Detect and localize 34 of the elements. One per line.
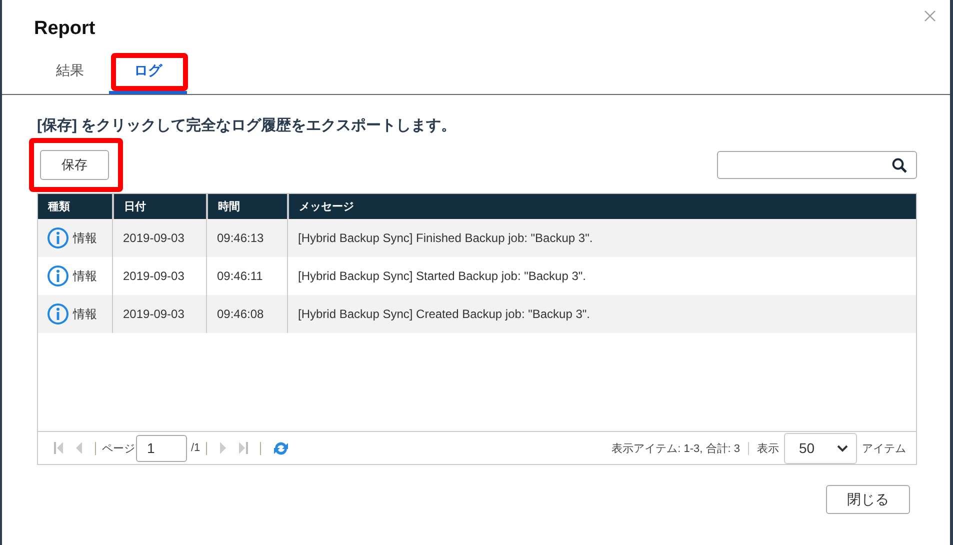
info-icon — [47, 227, 69, 249]
refresh-icon[interactable] — [273, 440, 290, 456]
page-total: /1 — [191, 442, 200, 454]
info-icon — [47, 303, 69, 325]
save-button[interactable]: 保存 — [40, 150, 109, 180]
tab[interactable]: 結果 — [31, 53, 109, 94]
table-cell: 2019-09-03 — [112, 219, 206, 257]
search-icon — [892, 158, 907, 172]
table-cell: 情報 — [73, 230, 97, 246]
table-cell: 2019-09-03 — [112, 295, 206, 333]
show-label: 表示 — [757, 442, 779, 456]
items-label: アイテム — [862, 442, 906, 456]
table-cell: 09:46:08 — [206, 295, 287, 333]
close-button[interactable]: 閉じる — [826, 485, 910, 514]
page-label: ページ — [102, 442, 135, 456]
item-count: 表示アイテム: 1-3, 合計: 3 — [612, 442, 740, 456]
tab[interactable]: ログ — [109, 53, 187, 94]
chevron-down-icon — [837, 444, 848, 452]
search-field[interactable] — [717, 151, 917, 179]
info-icon — [47, 265, 69, 287]
instruction-text: [保存] をクリックして完全なログ履歴をエクスポートします。 — [37, 116, 458, 136]
column-header: 種類 — [46, 200, 71, 215]
window-title: Report — [34, 17, 96, 41]
previous-page-icon[interactable] — [76, 442, 83, 454]
first-page-icon[interactable] — [54, 442, 64, 454]
table-cell: 09:46:13 — [206, 219, 287, 257]
next-page-icon[interactable] — [219, 442, 226, 454]
page-field[interactable]: 1 — [136, 434, 187, 462]
table-cell: 情報 — [73, 306, 97, 322]
table-cell: [Hybrid Backup Sync] Created Backup job: "Backup 3". — [287, 295, 916, 333]
table-cell: [Hybrid Backup Sync] Finished Backup job: "Backup 3". — [287, 219, 916, 257]
per-page-dropdown[interactable]: 50 — [784, 432, 857, 464]
table-cell: 情報 — [73, 268, 97, 284]
last-page-icon[interactable] — [238, 442, 248, 454]
